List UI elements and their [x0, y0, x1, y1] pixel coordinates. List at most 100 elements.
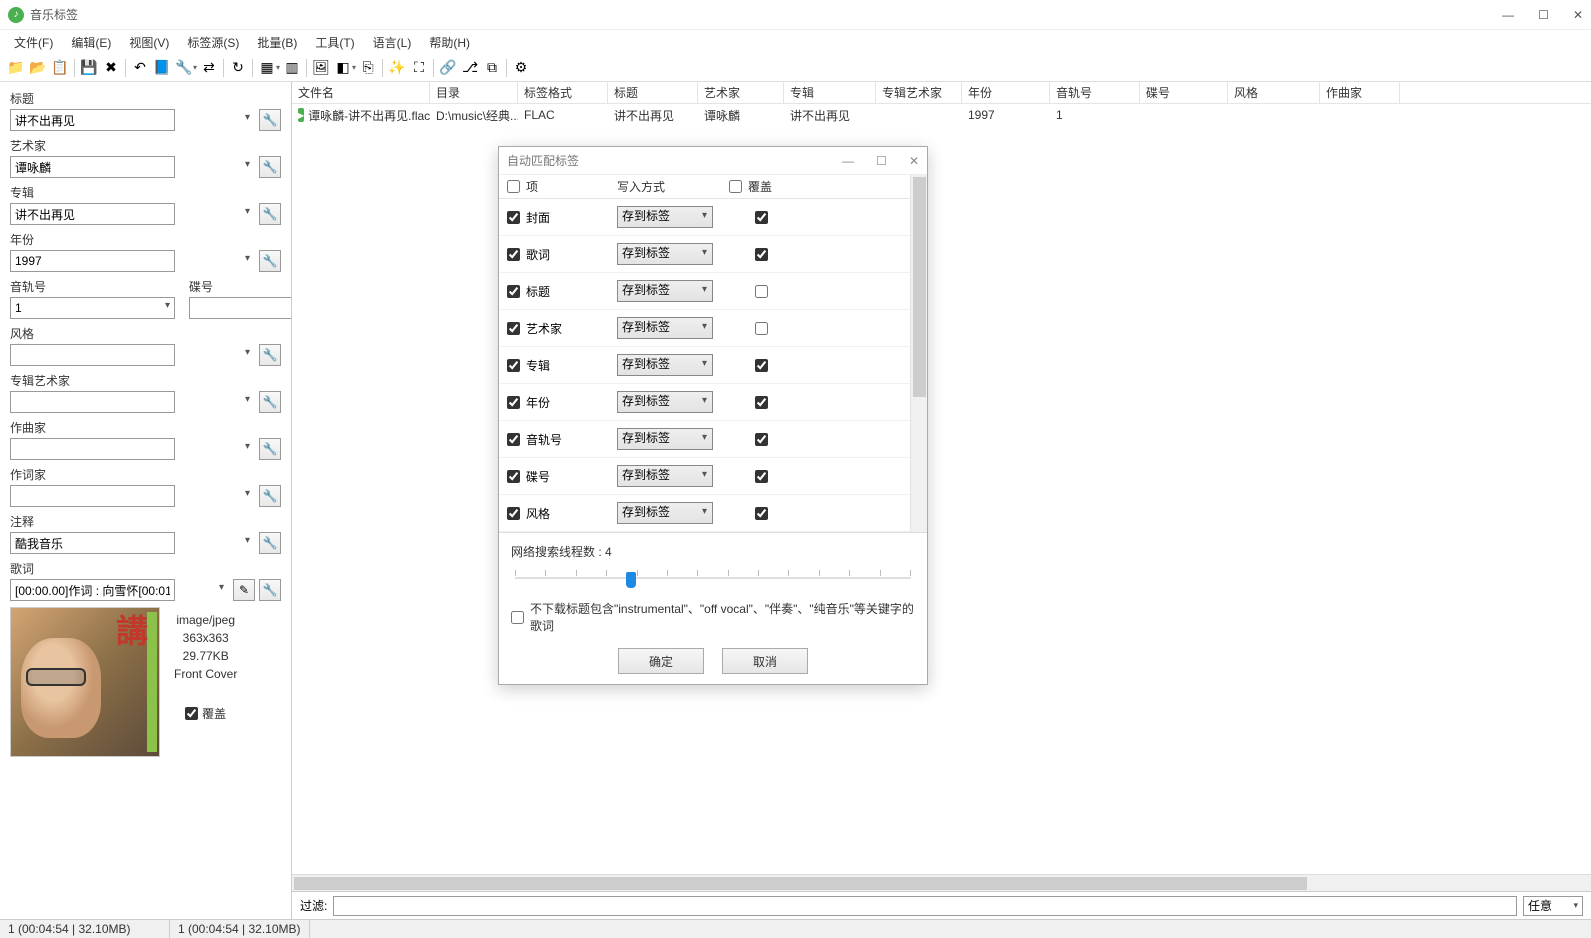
column-header[interactable]: 作曲家: [1320, 82, 1400, 103]
ok-button[interactable]: 确定: [618, 648, 704, 674]
column-header[interactable]: 标题: [608, 82, 698, 103]
row-overwrite-checkbox[interactable]: [755, 507, 768, 520]
write-mode-select[interactable]: 存到标签: [617, 391, 713, 413]
write-mode-select[interactable]: 存到标签: [617, 465, 713, 487]
dialog-scrollbar[interactable]: [910, 175, 927, 532]
row-enable-checkbox[interactable]: [507, 396, 520, 409]
track-input[interactable]: [10, 297, 175, 319]
artist-input[interactable]: [10, 156, 175, 178]
maximize-button[interactable]: ☐: [1538, 8, 1549, 22]
table-icon[interactable]: ▥: [282, 58, 302, 78]
write-mode-select[interactable]: 存到标签: [617, 502, 713, 524]
title-tool-button[interactable]: 🔧: [259, 109, 281, 131]
lyrics-edit-button[interactable]: ✎: [233, 579, 255, 601]
composer-tool-button[interactable]: 🔧: [259, 438, 281, 460]
row-enable-checkbox[interactable]: [507, 433, 520, 446]
column-header[interactable]: 专辑艺术家: [876, 82, 962, 103]
column-header[interactable]: 年份: [962, 82, 1050, 103]
column-header[interactable]: 碟号: [1140, 82, 1228, 103]
write-mode-select[interactable]: 存到标签: [617, 243, 713, 265]
filter-mode-select[interactable]: 任意: [1523, 896, 1583, 916]
link-icon[interactable]: 🔗: [438, 58, 458, 78]
album-input[interactable]: [10, 203, 175, 225]
write-mode-select[interactable]: 存到标签: [617, 206, 713, 228]
menu-item-2[interactable]: 视图(V): [121, 32, 177, 53]
row-overwrite-checkbox[interactable]: [755, 248, 768, 261]
write-mode-select[interactable]: 存到标签: [617, 317, 713, 339]
image-icon[interactable]: 🖼: [311, 58, 331, 78]
column-header[interactable]: 标签格式: [518, 82, 608, 103]
row-enable-checkbox[interactable]: [507, 248, 520, 261]
lyrics-tool-button[interactable]: 🔧: [259, 579, 281, 601]
row-overwrite-checkbox[interactable]: [755, 211, 768, 224]
menu-item-7[interactable]: 帮助(H): [421, 32, 478, 53]
lyricist-input[interactable]: [10, 485, 175, 507]
tag-icon[interactable]: ⎘: [358, 58, 378, 78]
delete-icon[interactable]: ✖: [101, 58, 121, 78]
window-icon[interactable]: ⧉: [482, 58, 502, 78]
gear-icon[interactable]: ⚙: [511, 58, 531, 78]
threads-slider[interactable]: [515, 566, 911, 590]
column-header[interactable]: 文件名: [292, 82, 430, 103]
row-overwrite-checkbox[interactable]: [755, 359, 768, 372]
title-input[interactable]: [10, 109, 175, 131]
row-enable-checkbox[interactable]: [507, 470, 520, 483]
lyrics-input[interactable]: [10, 579, 175, 601]
comment-tool-button[interactable]: 🔧: [259, 532, 281, 554]
composer-input[interactable]: [10, 438, 175, 460]
column-header[interactable]: 专辑: [784, 82, 876, 103]
menu-item-6[interactable]: 语言(L): [365, 32, 420, 53]
year-input[interactable]: [10, 250, 175, 272]
folder-icon[interactable]: 📁: [6, 58, 26, 78]
wrench-icon[interactable]: 🔧: [174, 58, 194, 78]
undo-icon[interactable]: ↶: [130, 58, 150, 78]
genre-input[interactable]: [10, 344, 175, 366]
menu-item-0[interactable]: 文件(F): [6, 32, 61, 53]
genre-tool-button[interactable]: 🔧: [259, 344, 281, 366]
tree-icon[interactable]: ⎇: [460, 58, 480, 78]
dialog-minimize-button[interactable]: —: [842, 154, 854, 168]
year-tool-button[interactable]: 🔧: [259, 250, 281, 272]
row-enable-checkbox[interactable]: [507, 359, 520, 372]
menu-item-5[interactable]: 工具(T): [307, 32, 362, 53]
refresh-icon[interactable]: ↻: [228, 58, 248, 78]
row-enable-checkbox[interactable]: [507, 507, 520, 520]
cover-art[interactable]: 講: [10, 607, 160, 757]
row-enable-checkbox[interactable]: [507, 211, 520, 224]
dialog-close-button[interactable]: ✕: [909, 154, 919, 168]
menu-item-1[interactable]: 编辑(E): [63, 32, 119, 53]
row-enable-checkbox[interactable]: [507, 285, 520, 298]
row-overwrite-checkbox[interactable]: [755, 285, 768, 298]
artist-tool-button[interactable]: 🔧: [259, 156, 281, 178]
album-tool-button[interactable]: 🔧: [259, 203, 281, 225]
row-enable-checkbox[interactable]: [507, 322, 520, 335]
book-icon[interactable]: 📘: [152, 58, 172, 78]
wand-icon[interactable]: ✨: [387, 58, 407, 78]
albumartist-tool-button[interactable]: 🔧: [259, 391, 281, 413]
close-button[interactable]: ✕: [1573, 8, 1583, 22]
dialog-maximize-button[interactable]: ☐: [876, 154, 887, 168]
crop-icon[interactable]: ⛶: [409, 58, 429, 78]
cancel-button[interactable]: 取消: [722, 648, 808, 674]
write-mode-select[interactable]: 存到标签: [617, 280, 713, 302]
lyricist-tool-button[interactable]: 🔧: [259, 485, 281, 507]
save-icon[interactable]: 💾: [79, 58, 99, 78]
folder-open-icon[interactable]: 📂: [28, 58, 48, 78]
cover-overwrite-checkbox[interactable]: 覆盖: [185, 705, 226, 722]
column-header[interactable]: 目录: [430, 82, 518, 103]
minimize-button[interactable]: —: [1502, 8, 1514, 22]
horizontal-scrollbar[interactable]: [292, 874, 1591, 891]
square-icon[interactable]: ◧: [333, 58, 353, 78]
menu-item-3[interactable]: 标签源(S): [179, 32, 247, 53]
row-overwrite-checkbox[interactable]: [755, 433, 768, 446]
column-header[interactable]: 艺术家: [698, 82, 784, 103]
swap-icon[interactable]: ⇄: [199, 58, 219, 78]
row-overwrite-checkbox[interactable]: [755, 322, 768, 335]
row-overwrite-checkbox[interactable]: [755, 470, 768, 483]
column-header[interactable]: 音轨号: [1050, 82, 1140, 103]
comment-input[interactable]: [10, 532, 175, 554]
row-overwrite-checkbox[interactable]: [755, 396, 768, 409]
disc-input[interactable]: [189, 297, 292, 319]
copy-icon[interactable]: 📋: [50, 58, 70, 78]
dialog-head-check[interactable]: [507, 180, 520, 193]
